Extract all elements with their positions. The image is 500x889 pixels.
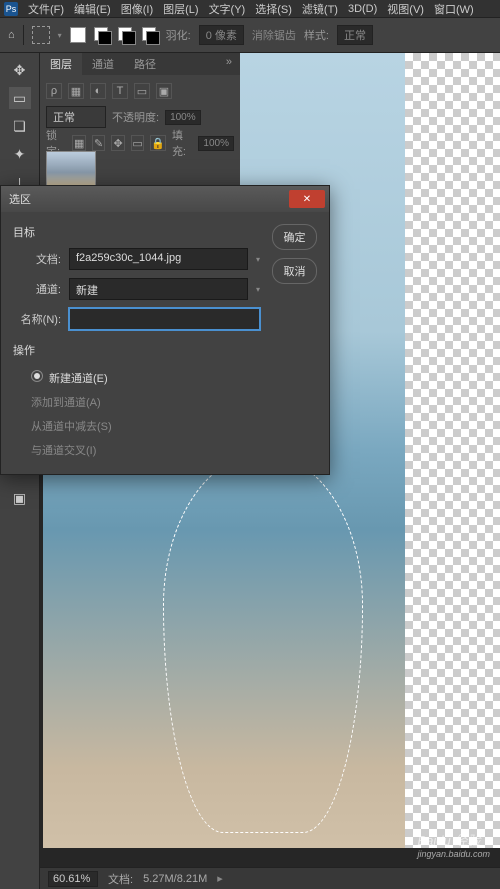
marquee-tool-icon[interactable]: ▭ [9, 87, 31, 109]
chevron-down-icon[interactable]: ▾ [256, 255, 260, 264]
lock-trans-icon[interactable]: ▦ [72, 135, 85, 151]
layer-thumbnail[interactable] [46, 151, 96, 187]
menu-edit[interactable]: 编辑(E) [74, 1, 111, 17]
op-intersect-channel: 与通道交叉(I) [13, 438, 260, 462]
menu-window[interactable]: 窗口(W) [434, 1, 474, 17]
menu-file[interactable]: 文件(F) [28, 1, 64, 17]
feather-label: 羽化: [166, 27, 191, 43]
layers-panel: 图层 通道 路径 » ρ ▦ ◐ T ▭ ▣ 正常 不透明度: 100% 锁定:… [40, 53, 240, 191]
menu-select[interactable]: 选择(S) [255, 1, 292, 17]
cancel-button[interactable]: 取消 [272, 258, 317, 284]
filter-shape-icon[interactable]: ▭ [134, 83, 150, 99]
selection-marquee [163, 453, 363, 833]
menu-type[interactable]: 文字(Y) [209, 1, 246, 17]
style-dropdown[interactable]: 正常 [337, 25, 373, 45]
filter-pixel-icon[interactable]: ▦ [68, 83, 84, 99]
target-section-label: 目标 [13, 224, 260, 240]
style-label: 样式: [304, 27, 329, 43]
op-add-channel: 添加到通道(A) [13, 390, 260, 414]
lock-all-icon[interactable]: 🔒 [150, 135, 166, 151]
save-selection-dialog: 选区 ✕ 目标 文档: f2a259c30c_1044.jpg ▾ 通道: 新建… [0, 185, 330, 475]
menu-bar: Ps 文件(F) 编辑(E) 图像(I) 图层(L) 文字(Y) 选择(S) 滤… [0, 0, 500, 18]
channel-dropdown[interactable]: 新建 [69, 278, 248, 300]
menu-view[interactable]: 视图(V) [387, 1, 424, 17]
selection-add-icon[interactable] [94, 27, 110, 43]
wand-tool-icon[interactable]: ✦ [9, 143, 31, 165]
ps-logo-icon: Ps [4, 2, 18, 16]
close-icon[interactable]: ✕ [289, 190, 325, 208]
opacity-input[interactable]: 100% [165, 110, 201, 125]
op-new-channel[interactable]: 新建通道(E) [13, 366, 260, 390]
menu-3d[interactable]: 3D(D) [348, 3, 377, 15]
filter-smart-icon[interactable]: ▣ [156, 83, 172, 99]
lock-move-icon[interactable]: ✥ [111, 135, 124, 151]
chevron-down-icon[interactable]: ▾ [256, 285, 260, 294]
dialog-title: 选区 [5, 191, 289, 207]
zoom-input[interactable] [48, 871, 98, 887]
tab-layers[interactable]: 图层 [40, 53, 82, 75]
transparent-area [405, 53, 500, 848]
selection-new-icon[interactable] [70, 27, 86, 43]
tab-paths[interactable]: 路径 [124, 53, 166, 75]
menu-filter[interactable]: 滤镜(T) [302, 1, 338, 17]
name-label: 名称(N): [13, 311, 61, 327]
lasso-tool-icon[interactable]: ❏ [9, 115, 31, 137]
selection-subtract-icon[interactable] [118, 27, 134, 43]
options-bar: ⌂ ▾ 羽化: 0 像素 消除锯齿 样式: 正常 [0, 18, 500, 53]
home-icon[interactable]: ⌂ [8, 29, 15, 41]
antialias-checkbox[interactable]: 消除锯齿 [252, 27, 296, 43]
ok-button[interactable]: 确定 [272, 224, 317, 250]
fill-input[interactable]: 100% [198, 136, 234, 151]
lock-brush-icon[interactable]: ✎ [92, 135, 105, 151]
tab-channels[interactable]: 通道 [82, 53, 124, 75]
panel-menu-icon[interactable]: » [218, 53, 240, 75]
selection-intersect-icon[interactable] [142, 27, 158, 43]
menu-layer[interactable]: 图层(L) [163, 1, 198, 17]
channel-label: 通道: [13, 281, 61, 297]
doc-size-value: 5.27M/8.21M [143, 873, 207, 885]
status-bar: 文档: 5.27M/8.21M ▸ [40, 867, 500, 889]
opacity-label: 不透明度: [112, 109, 159, 125]
tool-preset-icon[interactable] [32, 26, 50, 44]
doc-size-label: 文档: [108, 871, 133, 887]
menu-image[interactable]: 图像(I) [121, 1, 153, 17]
filter-kind-icon[interactable]: ρ [46, 83, 62, 99]
operation-section-label: 操作 [13, 342, 260, 358]
lock-frame-icon[interactable]: ▭ [131, 135, 144, 151]
filter-adjust-icon[interactable]: ◐ [90, 83, 106, 99]
chevron-right-icon[interactable]: ▸ [217, 872, 223, 885]
screenmode-icon[interactable]: ▣ [9, 487, 31, 509]
filter-type-icon[interactable]: T [112, 83, 128, 99]
document-label: 文档: [13, 251, 61, 267]
name-input[interactable] [69, 308, 260, 330]
blend-mode-dropdown[interactable]: 正常 [46, 106, 106, 128]
document-dropdown[interactable]: f2a259c30c_1044.jpg [69, 248, 248, 270]
dialog-titlebar[interactable]: 选区 ✕ [1, 186, 329, 212]
chevron-down-icon[interactable]: ▾ [58, 31, 62, 40]
op-subtract-channel: 从通道中减去(S) [13, 414, 260, 438]
fill-label: 填充: [172, 127, 192, 159]
radio-icon [31, 370, 43, 382]
feather-input[interactable]: 0 像素 [199, 25, 244, 45]
move-tool-icon[interactable]: ✥ [9, 59, 31, 81]
watermark: Baidu 经验 jingyan.baidu.com [417, 830, 490, 859]
